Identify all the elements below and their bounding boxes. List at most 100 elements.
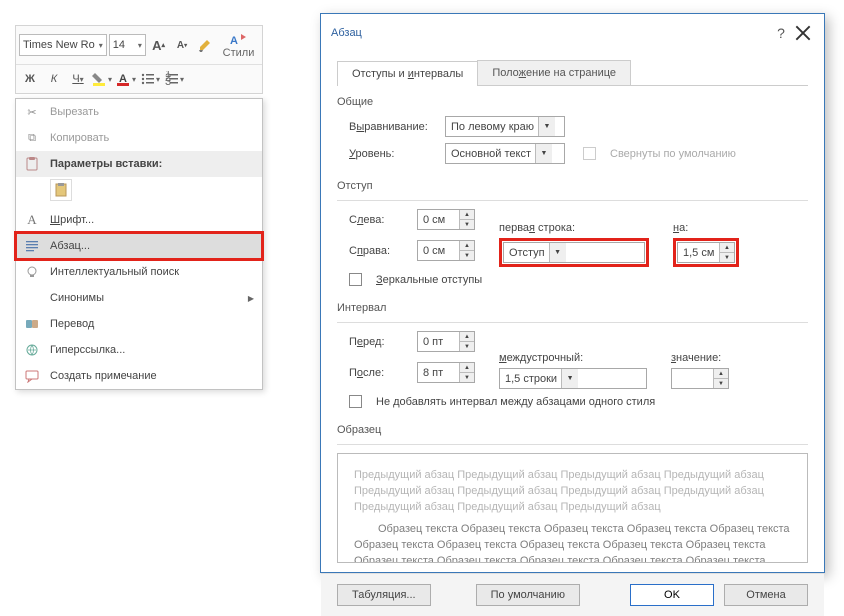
grow-font-button[interactable]: A▴ bbox=[148, 34, 169, 56]
ctx-smart-lookup[interactable]: Интеллектуальный поиск bbox=[16, 259, 262, 285]
ctx-translate[interactable]: Перевод bbox=[16, 311, 262, 337]
paragraph-dialog: Абзац ? Отступы и интервалы Положение на… bbox=[320, 13, 825, 573]
shrink-font-button[interactable]: A▾ bbox=[171, 34, 192, 56]
help-button[interactable]: ? bbox=[770, 22, 792, 44]
after-label: После: bbox=[349, 367, 409, 379]
level-label: Уровень: bbox=[349, 148, 437, 160]
indent-right-spin[interactable]: 0 см ▲▼ bbox=[417, 240, 475, 261]
line-spacing-at-spin[interactable]: ▲▼ bbox=[671, 368, 729, 389]
group-general: Общие bbox=[337, 96, 808, 108]
font-size-value: 14 bbox=[113, 39, 125, 51]
font-family-combo[interactable]: Times New Ro ▾ bbox=[19, 34, 107, 56]
line-spacing-at-label: значение: bbox=[671, 352, 729, 364]
context-menu: ✂ Вырезать ⧉ Копировать Параметры вставк… bbox=[15, 98, 263, 390]
styles-label: Стили bbox=[223, 47, 255, 59]
ctx-font[interactable]: A Шрифт... bbox=[16, 207, 262, 233]
format-painter-button[interactable] bbox=[195, 34, 216, 56]
level-combo[interactable]: Основной текст▼ bbox=[445, 143, 565, 164]
brush-icon bbox=[197, 37, 213, 53]
after-spin[interactable]: 8 пт ▲▼ bbox=[417, 362, 475, 383]
dialog-footer: Табуляция... По умолчанию OK Отмена bbox=[321, 573, 824, 616]
bullets-button[interactable]: ▾ bbox=[139, 68, 161, 90]
ctx-cut[interactable]: ✂ Вырезать bbox=[16, 99, 262, 125]
mirror-checkbox[interactable] bbox=[349, 273, 362, 286]
chevron-down-icon: ▼ bbox=[549, 243, 566, 262]
svg-text:3: 3 bbox=[165, 76, 171, 87]
first-line-by-spin[interactable]: 1,5 см ▲▼ bbox=[677, 242, 735, 263]
line-spacing-combo[interactable]: 1,5 строки▼ bbox=[499, 368, 647, 389]
chevron-down-icon: ▾ bbox=[99, 41, 103, 50]
ctx-copy[interactable]: ⧉ Копировать bbox=[16, 125, 262, 151]
no-space-same-style-checkbox[interactable] bbox=[349, 395, 362, 408]
ctx-paragraph[interactable]: Абзац... bbox=[16, 233, 262, 259]
chevron-down-icon: ▼ bbox=[535, 144, 552, 163]
group-spacing: Интервал bbox=[337, 302, 808, 314]
highlight-button[interactable]: ▾ bbox=[91, 68, 113, 90]
align-combo[interactable]: По левому краю▼ bbox=[445, 116, 565, 137]
no-space-same-style-label: Не добавлять интервал между абзацами одн… bbox=[376, 396, 655, 408]
preview-box: Предыдущий абзац Предыдущий абзац Предыд… bbox=[337, 453, 808, 563]
underline-button[interactable]: Ч▾ bbox=[67, 68, 89, 90]
bullets-icon bbox=[140, 71, 156, 87]
chevron-down-icon: ▼ bbox=[561, 369, 578, 388]
ctx-paste-header: Параметры вставки: bbox=[16, 151, 262, 177]
copy-icon: ⧉ bbox=[24, 130, 40, 146]
italic-button[interactable]: К bbox=[43, 68, 65, 90]
tab-indents[interactable]: Отступы и интервалы bbox=[337, 61, 478, 86]
font-size-combo[interactable]: 14 ▾ bbox=[109, 34, 146, 56]
comment-icon bbox=[24, 368, 40, 384]
ctx-new-comment[interactable]: Создать примечание bbox=[16, 363, 262, 389]
clipboard-tan-icon bbox=[53, 182, 69, 198]
first-line-by-label: на: bbox=[673, 222, 739, 234]
link-icon bbox=[24, 342, 40, 358]
chevron-right-icon: ▶ bbox=[248, 294, 254, 303]
chevron-down-icon: ▼ bbox=[538, 117, 555, 136]
ctx-hyperlink[interactable]: Гиперссылка... bbox=[16, 337, 262, 363]
numbering-button[interactable]: 123▾ bbox=[163, 68, 185, 90]
lightbulb-icon bbox=[24, 264, 40, 280]
highlight-icon bbox=[92, 71, 108, 87]
before-label: Перед: bbox=[349, 336, 409, 348]
paste-option-keep-source[interactable] bbox=[50, 179, 72, 201]
scissors-icon: ✂ bbox=[24, 104, 40, 120]
translate-icon bbox=[24, 316, 40, 332]
chevron-down-icon: ▾ bbox=[138, 41, 142, 50]
ok-button[interactable]: OK bbox=[630, 584, 714, 606]
dialog-title: Абзац bbox=[331, 27, 362, 39]
paragraph-icon bbox=[24, 238, 40, 254]
font-color-button[interactable]: A▾ bbox=[115, 68, 137, 90]
ctx-synonyms[interactable]: Синонимы ▶ bbox=[16, 285, 262, 311]
indent-left-spin[interactable]: 0 см ▲▼ bbox=[417, 209, 475, 230]
close-icon bbox=[795, 25, 811, 41]
mini-toolbar: Times New Ro ▾ 14 ▾ A▴ A▾ A Стили Ж К Ч▾… bbox=[15, 25, 263, 94]
align-label: Выравнивание: bbox=[349, 121, 437, 133]
first-line-label: первая строка: bbox=[499, 222, 649, 234]
collapse-label: Свернуты по умолчанию bbox=[610, 148, 736, 160]
font-family-value: Times New Ro bbox=[23, 39, 95, 51]
cancel-button[interactable]: Отмена bbox=[724, 584, 808, 606]
line-spacing-label: междустрочный: bbox=[499, 352, 647, 364]
styles-button[interactable]: A Стили bbox=[218, 29, 259, 61]
group-preview: Образец bbox=[337, 424, 808, 436]
font-color-icon: A bbox=[116, 71, 132, 87]
dialog-titlebar: Абзац ? bbox=[321, 14, 824, 52]
bold-button[interactable]: Ж bbox=[19, 68, 41, 90]
mirror-label: Зеркальные отступы bbox=[376, 274, 482, 286]
tabs-button[interactable]: Табуляция... bbox=[337, 584, 431, 606]
indent-left-label: Слева: bbox=[349, 214, 409, 226]
first-line-combo[interactable]: Отступ▼ bbox=[503, 242, 645, 263]
tab-position[interactable]: Положение на странице bbox=[477, 60, 631, 85]
group-indent: Отступ bbox=[337, 180, 808, 192]
indent-right-label: Справа: bbox=[349, 245, 409, 257]
paste-options bbox=[16, 177, 262, 207]
numbering-icon: 123 bbox=[164, 71, 180, 87]
dialog-tabs: Отступы и интервалы Положение на страниц… bbox=[337, 60, 808, 86]
before-spin[interactable]: 0 пт ▲▼ bbox=[417, 331, 475, 352]
clipboard-icon bbox=[24, 156, 40, 172]
svg-text:A: A bbox=[230, 35, 238, 47]
font-a-icon: A bbox=[24, 212, 40, 228]
close-button[interactable] bbox=[792, 22, 814, 44]
styles-icon: A bbox=[230, 31, 248, 47]
default-button[interactable]: По умолчанию bbox=[476, 584, 580, 606]
collapse-checkbox bbox=[583, 147, 596, 160]
